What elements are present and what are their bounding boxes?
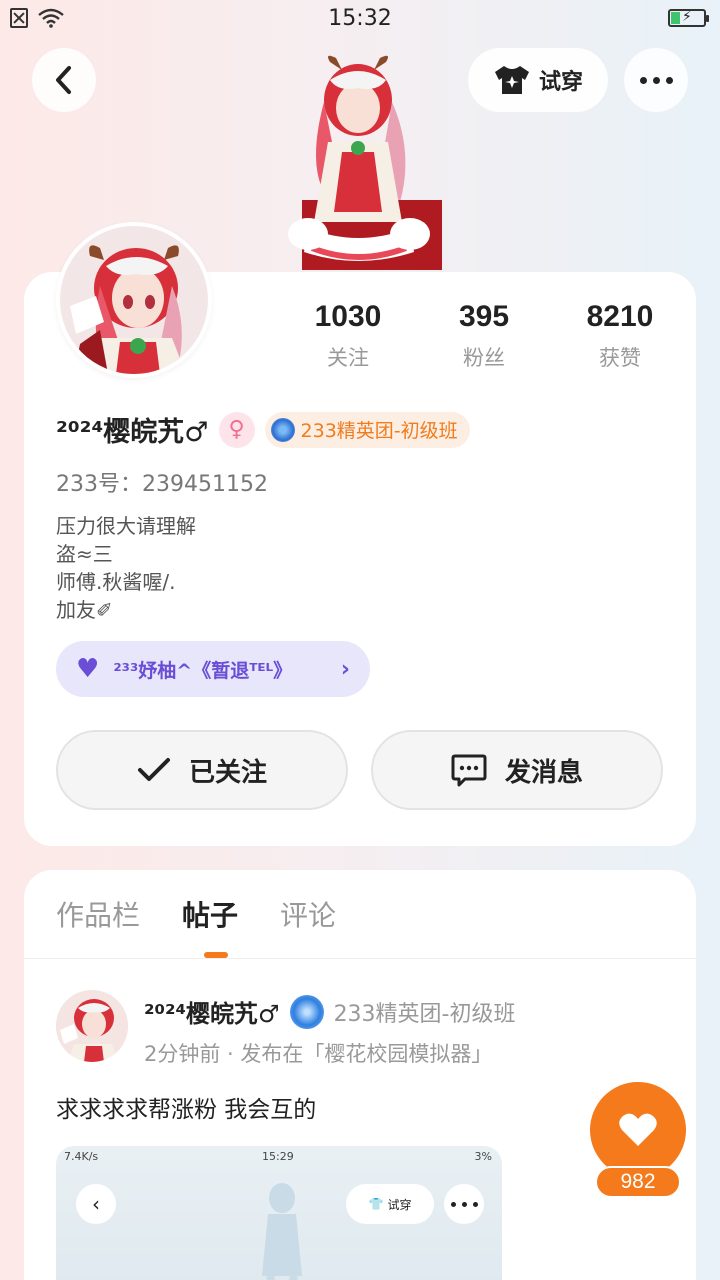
profile-avatar[interactable] [56, 222, 212, 378]
post-text[interactable]: 求求求求帮涨粉 我会互的 [56, 1090, 316, 1124]
divider [24, 958, 696, 959]
more-dots-icon [639, 76, 673, 84]
image-status-time: 15:29 [262, 1150, 294, 1163]
tab-posts[interactable]: 帖子 [182, 894, 238, 934]
post-header: ²⁰²⁴樱皖艽♂ 233精英团-初级班 [144, 994, 516, 1029]
stat-label: 粉丝 [463, 346, 505, 370]
battery-icon: ⚡ [668, 9, 709, 27]
guild-name: ²³³妤柚^《暂退ᵀᴱᴸ》 [113, 659, 293, 682]
image-more-icon [444, 1184, 484, 1224]
post-author-name[interactable]: ²⁰²⁴樱皖艽♂ [144, 994, 280, 1029]
content-card: 作品栏 帖子 评论 ²⁰²⁴樱皖艽♂ 233精英团-初级班 2分钟前 · 发布在… [24, 870, 696, 1280]
bio-line: 压力很大请理解 [56, 514, 196, 538]
stat-value: 8210 [586, 300, 654, 333]
bio-line: 师傅.秋酱喔/. [56, 570, 176, 594]
try-on-button[interactable]: 试穿 [468, 48, 608, 112]
stat-label: 获赞 [599, 346, 641, 370]
stat-label: 关注 [327, 346, 369, 370]
charging-icon: ⚡ [682, 9, 692, 25]
username: ²⁰²⁴樱皖艽♂ [56, 417, 209, 448]
character-silhouette [262, 1183, 302, 1280]
stat-following[interactable]: 1030 关注 [280, 300, 416, 372]
gem-icon [289, 994, 324, 1029]
checkmark-icon [137, 758, 170, 781]
stat-likes[interactable]: 8210 获赞 [552, 300, 688, 372]
chat-bubble-icon [451, 754, 487, 787]
stat-value: 395 [458, 300, 510, 333]
group-badge-label: 233精英团-初级班 [300, 420, 458, 442]
send-message-button[interactable]: 发消息 [371, 730, 663, 810]
following-label: 已关注 [188, 757, 267, 788]
stat-followers[interactable]: 395 粉丝 [416, 300, 552, 372]
post-meta[interactable]: 2分钟前 · 发布在「樱花校园模拟器」 [144, 1038, 492, 1068]
image-back-icon: ‹ [76, 1184, 116, 1224]
bio: 压力很大请理解 盗≈三 师傅.秋酱喔/. 加友✐ [56, 512, 196, 624]
like-count: 982 [595, 1166, 681, 1198]
shirt-icon: 👕 [368, 1197, 384, 1211]
chevron-right-icon: › [340, 656, 350, 682]
content-tabs: 作品栏 帖子 评论 [56, 894, 336, 934]
tab-works[interactable]: 作品栏 [56, 894, 140, 934]
try-on-label: 试穿 [538, 70, 583, 95]
guild-chip[interactable]: ♥ ²³³妤柚^《暂退ᵀᴱᴸ》 › [56, 641, 370, 697]
image-try-on-label: 试穿 [387, 1197, 412, 1212]
user-id: 233号：239451152 [56, 472, 268, 497]
heart-icon [619, 1113, 657, 1146]
send-message-label: 发消息 [504, 757, 583, 788]
gem-icon [270, 417, 295, 442]
post-image[interactable]: 7.4K/s 15:29 3% ‹ 👕 试穿 [56, 1146, 502, 1280]
post-author-avatar[interactable] [56, 990, 128, 1062]
bio-line: 加友✐ [56, 598, 113, 622]
username-row: ²⁰²⁴樱皖艽♂ ♀ 233精英团-初级班 [56, 410, 470, 449]
image-status-speed: 7.4K/s [64, 1150, 99, 1163]
female-gender-icon: ♀ [218, 411, 255, 448]
profile-stats: 1030 关注 395 粉丝 8210 获赞 [280, 300, 688, 372]
status-time: 15:32 [328, 6, 392, 31]
post-author-badge: 233精英团-初级班 [333, 1001, 516, 1027]
image-try-on: 👕 试穿 [346, 1184, 434, 1224]
following-button[interactable]: 已关注 [56, 730, 348, 810]
status-bar: 15:32 ⚡ [0, 0, 720, 38]
tab-comments[interactable]: 评论 [280, 894, 336, 934]
bio-line: 盗≈三 [56, 542, 113, 566]
heart-pair-icon: ♥ [76, 654, 100, 684]
more-options-button[interactable] [624, 48, 688, 112]
back-button[interactable] [32, 48, 96, 112]
character-3d-avatar [268, 52, 446, 272]
like-button[interactable] [590, 1082, 686, 1178]
image-status-bar: 7.4K/s 15:29 3% [56, 1150, 502, 1172]
shirt-icon [494, 66, 529, 94]
group-badge[interactable]: 233精英团-初级班 [264, 411, 470, 448]
back-arrow-icon [56, 66, 71, 94]
stat-value: 1030 [314, 300, 382, 333]
image-status-battery: 3% [474, 1150, 492, 1163]
